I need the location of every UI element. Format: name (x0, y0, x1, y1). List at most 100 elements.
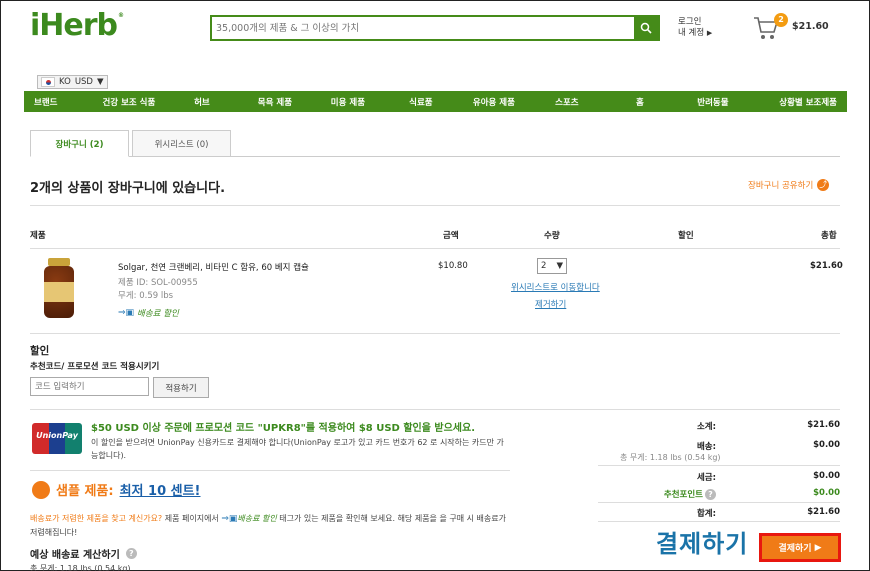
language-label: KO (59, 77, 71, 87)
shipping-discount-tag: ⇒▣ 배송료 할인 (118, 307, 179, 319)
cart-tabs: 장바구니 (2) 위시리스트 (0) (30, 130, 234, 157)
column-discount: 할인 (678, 231, 694, 241)
low-shipping-mid: 제품 페이지에서 (162, 514, 222, 523)
referral-points-value: $0.00 (813, 488, 840, 498)
help-icon[interactable]: ? (125, 548, 137, 559)
estimate-shipping-label: 예상 배송료 계산하기 (30, 550, 120, 561)
nav-item-beauty[interactable]: 미용 제품 (311, 96, 384, 108)
subtotal-value: $21.60 (807, 420, 840, 430)
caret-down-icon: ▼ (556, 261, 563, 271)
search-input[interactable] (212, 17, 636, 39)
nav-item-home[interactable]: 홈 (603, 96, 676, 108)
currency-label: USD (74, 77, 93, 87)
divider (30, 205, 840, 206)
divider (598, 502, 840, 503)
tab-wishlist[interactable]: 위시리스트 (0) (132, 130, 231, 157)
unionpay-logo-text: UnionPay (36, 431, 78, 440)
checkout-label: 결제하기 (778, 544, 812, 554)
nav-item-supplements[interactable]: 건강 보조 식품 (92, 96, 165, 108)
nav-item-herbs[interactable]: 허브 (165, 96, 238, 108)
product-weight: 무게: 0.59 lbs (118, 291, 174, 301)
shipping-value: $0.00 (813, 440, 840, 450)
sample-title: 샘플 제품: (56, 484, 114, 499)
shipping-box-icon: ⇒▣ (118, 308, 135, 318)
checkout-annotation: 결제하기 (656, 530, 749, 558)
nav-item-grocery[interactable]: 식료품 (384, 96, 457, 108)
apply-code-button[interactable]: 적용하기 (153, 377, 209, 398)
cart-heading: 2개의 상품이 장바구니에 있습니다. (30, 181, 226, 196)
checkout-button[interactable]: 결제하기 ▶ (759, 533, 841, 562)
shipping-discount-label: 배송료 할인 (137, 309, 179, 319)
discount-title: 할인 (30, 345, 50, 357)
subtotal-label: 소계: (696, 422, 716, 432)
product-name[interactable]: Solgar, 천연 크랜베리, 비타민 C 함유, 60 베지 캡슐 (118, 261, 309, 273)
quantity-select[interactable]: 2 ▼ (537, 258, 567, 274)
korea-flag-icon (41, 77, 55, 87)
divider (598, 465, 840, 466)
iherb-logo[interactable]: iHerb® (30, 8, 124, 43)
product-price: $10.80 (438, 261, 468, 271)
referral-points-label: 추천포인트 ? (664, 488, 716, 500)
category-nav: 브랜드 건강 보조 식품 허브 목욕 제품 미용 제품 식료품 유아용 제품 스… (24, 91, 847, 112)
promo-code-subtitle: 추천코드/ 프로모션 코드 적용시키기 (30, 362, 160, 372)
summary-weight: 총 무게: 1.18 lbs (0.54 kg) (620, 453, 721, 462)
promo-code-input[interactable] (30, 377, 149, 396)
cart-count-badge: 2 (774, 13, 788, 27)
cart-button[interactable]: 2 $21.60 (752, 12, 832, 42)
cart-total: $21.60 (792, 21, 829, 32)
divider (30, 333, 840, 334)
promo-title: $50 USD 이상 주문에 프로모션 코드 "UPKR8"를 적용하여 $8 … (91, 423, 476, 434)
low-shipping-question: 배송료가 저렴한 제품을 찾고 계신가요? (30, 514, 163, 523)
shipping-box-icon: ⇒▣ (221, 514, 238, 524)
locale-selector[interactable]: KO USD ▼ (37, 75, 108, 89)
sample-products-banner: 샘플 제품: 최저 10 센트! (32, 480, 201, 499)
nav-item-pets[interactable]: 반려동물 (676, 96, 749, 108)
divider (30, 248, 840, 249)
login-link[interactable]: 로그인 (678, 17, 712, 28)
nav-item-brands[interactable]: 브랜드 (24, 96, 92, 108)
column-qty: 수량 (544, 231, 560, 241)
low-shipping-tag: 배송료 할인 (237, 514, 277, 523)
remove-item-link[interactable]: 제거하기 (535, 298, 566, 310)
estimate-shipping-title: 예상 배송료 계산하기 ? (30, 546, 137, 561)
sample-link[interactable]: 최저 10 센트! (120, 480, 201, 499)
nav-item-baby[interactable]: 유아용 제품 (457, 96, 530, 108)
divider (598, 521, 840, 522)
total-label: 합계: (696, 509, 716, 519)
share-cart-label: 장바구니 공유하기 (748, 181, 814, 191)
tax-value: $0.00 (813, 471, 840, 481)
product-id: 제품 ID: SOL-00955 (118, 278, 198, 288)
shipping-label: 배송: (696, 442, 716, 452)
column-total: 총합 (821, 231, 837, 241)
quantity-value: 2 (541, 261, 547, 271)
promo-description: 이 할인을 받으려면 UnionPay 신용카드로 결제해야 합니다(Union… (91, 438, 504, 460)
nav-item-situational[interactable]: 상황별 보조제품 (749, 96, 847, 108)
points-label-text: 추천포인트 (663, 490, 703, 500)
total-value: $21.60 (807, 507, 840, 517)
column-product: 제품 (30, 231, 46, 241)
item-total: $21.60 (810, 261, 843, 271)
column-price: 금액 (443, 231, 459, 241)
sample-tag-icon (32, 480, 50, 499)
account-menu[interactable]: 로그인 내 계정 ▶ (678, 17, 712, 39)
search-bar (210, 15, 660, 41)
caret-right-icon: ▶ (814, 542, 822, 553)
share-icon: ⤴ (817, 179, 830, 191)
divider (30, 470, 510, 471)
caret-right-icon: ▶ (706, 29, 713, 37)
move-to-wishlist-link[interactable]: 위시리스트로 이동합니다 (511, 281, 600, 293)
search-button[interactable] (634, 17, 658, 39)
share-cart-link[interactable]: 장바구니 공유하기 ⤴ (748, 179, 830, 191)
tab-cart[interactable]: 장바구니 (2) (30, 130, 129, 157)
estimate-weight: 총 무게: 1.18 lbs (0.54 kg) (30, 564, 131, 571)
low-shipping-note: 배송료가 저렴한 제품을 찾고 계신가요? 제품 페이지에서 ⇒▣배송료 할인 … (30, 512, 510, 540)
nav-item-sports[interactable]: 스포츠 (530, 96, 603, 108)
help-icon[interactable]: ? (705, 488, 716, 500)
search-icon (640, 22, 652, 34)
product-image[interactable] (42, 258, 76, 318)
tax-label: 세금: (696, 473, 716, 483)
my-account-link[interactable]: 내 계정 (678, 28, 704, 38)
divider (30, 409, 840, 410)
caret-down-icon: ▼ (96, 77, 104, 87)
nav-item-bath[interactable]: 목욕 제품 (238, 96, 311, 108)
